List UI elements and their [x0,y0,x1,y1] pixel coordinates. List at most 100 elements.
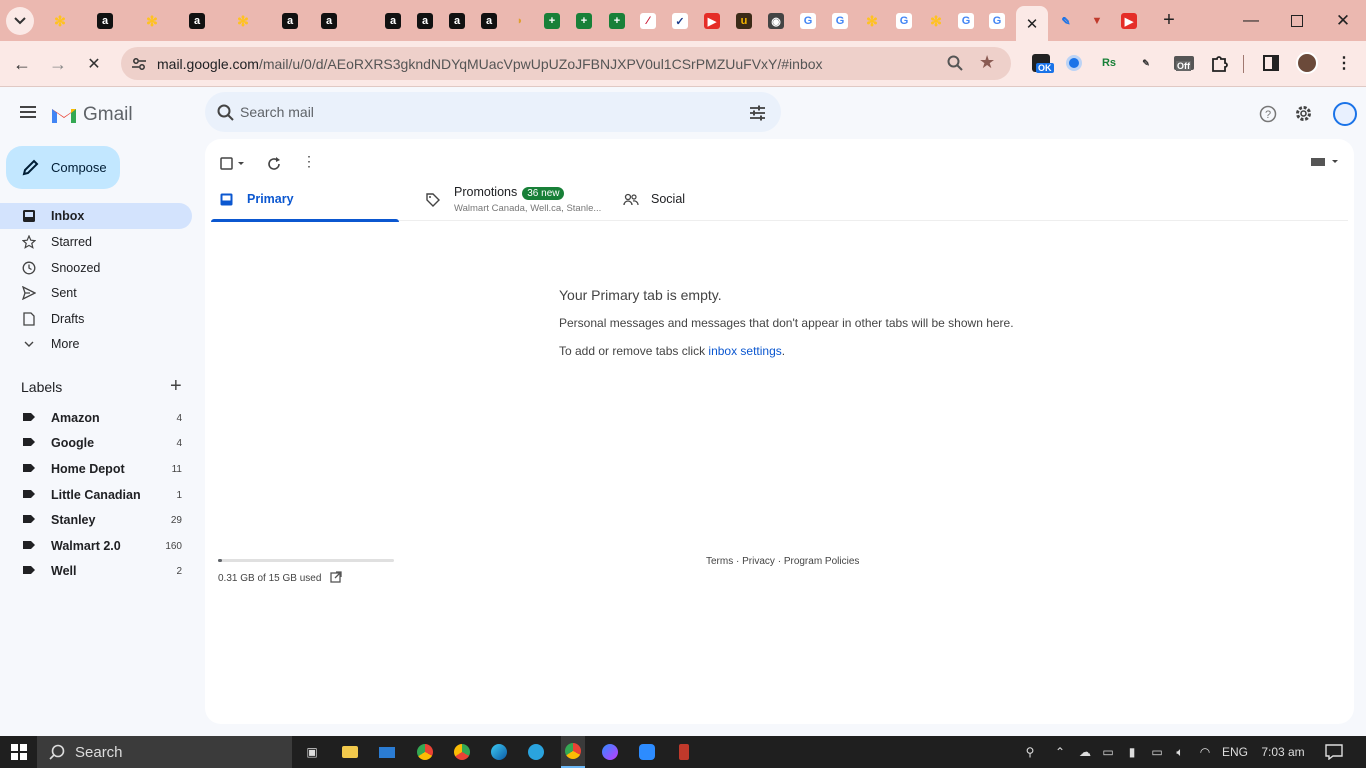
browser-tab[interactable]: a [314,7,344,35]
new-tab-button[interactable]: + [1146,0,1192,41]
address-bar[interactable]: mail.google.com/mail/u/0/d/AEoRXRS3gkndN… [121,47,1011,80]
zoom-icon[interactable] [947,55,963,76]
tab-gmail-active[interactable]: ✕ [1016,6,1048,41]
storage-usage[interactable]: 0.31 GB of 15 GB used [218,571,342,584]
meet-now-icon[interactable]: ▭ [1099,736,1117,768]
label-item[interactable]: Google 4 [0,430,192,456]
file-explorer-icon[interactable] [338,736,362,768]
main-menu-button[interactable] [16,100,40,124]
chrome-profile-icon[interactable] [450,736,474,768]
nav-item-more[interactable]: More [0,331,192,357]
volume-icon[interactable]: 🔈︎ [1171,736,1189,768]
browser-tab[interactable]: G [982,7,1012,35]
browser-tab[interactable]: ▶ [697,7,727,35]
browser-tab[interactable]: ✻ [137,7,167,35]
puzzle-icon[interactable] [1207,51,1231,75]
browser-tab[interactable]: ◗ [505,7,535,35]
browser-tab[interactable]: ▼ [1082,7,1112,35]
task-view-icon[interactable]: ▣ [300,736,324,768]
browser-tab[interactable]: ⁄ [633,7,663,35]
privacy-link[interactable]: Privacy [742,556,775,567]
chrome-icon[interactable] [413,736,437,768]
browser-tab[interactable]: G [951,7,981,35]
microphone-icon[interactable]: ▮ [1123,736,1141,768]
label-item[interactable]: Home Depot 11 [0,456,192,482]
edge-icon[interactable] [487,736,511,768]
telegram-icon[interactable] [524,736,548,768]
extension-off-icon[interactable]: Off [1172,51,1196,75]
tab-social[interactable]: Social [623,179,813,221]
browser-tab[interactable]: a [442,7,472,35]
site-info-icon[interactable] [131,56,147,77]
bookmark-star-icon[interactable]: ★ [979,52,995,73]
browser-tab[interactable]: a [378,7,408,35]
label-item[interactable]: Well 2 [0,558,192,584]
create-label-button[interactable]: + [170,376,182,396]
stop-button[interactable]: ✕ [79,49,109,79]
extension-rs-icon[interactable]: Rs [1097,51,1121,75]
browser-tab[interactable]: ✓ [665,7,695,35]
browser-tab[interactable]: ◉ [761,7,791,35]
app-red-icon[interactable] [672,736,696,768]
nav-item-snoozed[interactable]: Snoozed [0,255,192,281]
chrome-active-icon[interactable] [561,736,585,768]
browser-tab[interactable]: G [825,7,855,35]
compose-button[interactable]: Compose [6,146,120,189]
gmail-logo[interactable]: Gmail [51,104,133,126]
browser-tab[interactable]: G [889,7,919,35]
side-panel-icon[interactable] [1259,51,1283,75]
people-tray-icon[interactable]: ⚲ [1019,736,1041,768]
tab-primary[interactable]: Primary [211,179,399,222]
browser-tab[interactable]: a [182,7,212,35]
browser-tab[interactable]: ✻ [857,7,887,35]
browser-tab[interactable]: ✻ [228,7,258,35]
browser-tab[interactable]: u [729,7,759,35]
zoom-app-icon[interactable] [635,736,659,768]
inbox-settings-link[interactable]: inbox settings [708,344,781,358]
more-options-icon[interactable]: ⋮ [302,153,316,170]
minimize-button[interactable]: — [1228,0,1274,41]
extension-misc-icon[interactable]: ✎ [1134,51,1158,75]
battery-icon[interactable]: ▭ [1146,736,1168,768]
settings-gear-icon[interactable] [1294,104,1313,128]
browser-tab[interactable]: + [569,7,599,35]
close-window-button[interactable]: ✕ [1320,0,1366,41]
browser-tab[interactable]: a [410,7,440,35]
program-policies-link[interactable]: Program Policies [784,556,860,567]
terms-link[interactable]: Terms [706,556,733,567]
language-indicator[interactable]: ENG [1220,736,1250,768]
browser-tab[interactable]: ✎ [1051,7,1081,35]
nav-item-drafts[interactable]: Drafts [0,306,192,332]
input-tools-keyboard-icon[interactable] [1310,155,1340,174]
taskbar-search[interactable]: Search [37,736,292,768]
chevron-up-icon[interactable]: ⌃ [1051,736,1069,768]
mail-app-icon[interactable] [375,736,399,768]
back-button[interactable]: ← [7,49,37,79]
browser-tab[interactable]: G [793,7,823,35]
profile-avatar[interactable] [1295,51,1319,75]
label-item[interactable]: Walmart 2.0 160 [0,533,192,559]
nav-item-sent[interactable]: Sent [0,280,192,306]
browser-tab[interactable]: ▶ [1114,7,1144,35]
browser-tab[interactable]: + [602,7,632,35]
browser-tab[interactable]: a [474,7,504,35]
extension-cog-icon[interactable] [1062,51,1086,75]
label-item[interactable]: Stanley 29 [0,507,192,533]
tab-promotions[interactable]: Promotions 36 new Walmart Canada, Well.ca… [421,179,611,221]
external-link-icon[interactable] [330,571,342,583]
browser-tab[interactable]: a [90,7,120,35]
search-icon[interactable] [217,104,234,121]
search-bar[interactable]: Search mail [205,92,781,132]
maximize-button[interactable] [1274,0,1320,41]
messenger-icon[interactable] [598,736,622,768]
extension-ok-icon[interactable]: OK [1029,51,1054,75]
close-icon[interactable]: ✕ [1026,15,1039,33]
notifications-icon[interactable] [1320,736,1348,768]
label-item[interactable]: Little Canadian 1 [0,482,192,508]
search-input[interactable]: Search mail [240,104,314,120]
tab-search-button[interactable] [5,7,35,35]
select-all-checkbox[interactable] [220,157,250,176]
help-icon[interactable]: ? [1259,105,1277,128]
onedrive-icon[interactable]: ☁ [1074,736,1096,768]
account-avatar[interactable] [1333,102,1357,126]
